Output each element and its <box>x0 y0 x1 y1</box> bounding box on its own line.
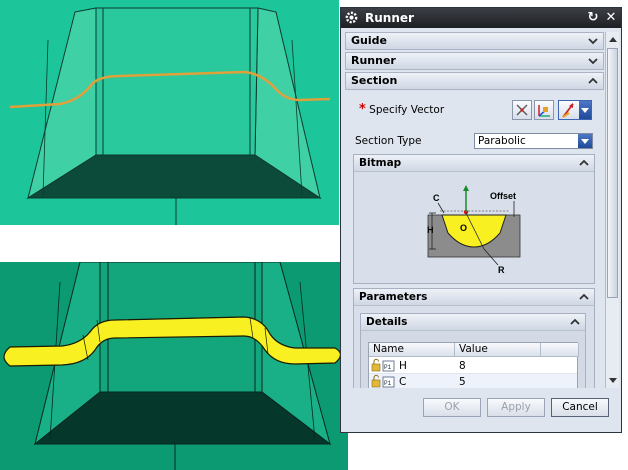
parameters-table: Name Value P1 H 8 P1 C 5 <box>368 342 579 388</box>
specify-vector-label: Specify Vector <box>369 104 445 116</box>
top-viewport-guide-curve[interactable] <box>0 0 339 225</box>
bitmap-label-r: R <box>498 265 505 275</box>
section-type-select[interactable]: Parabolic <box>474 133 593 149</box>
parameters-header[interactable]: Parameters <box>354 289 594 306</box>
lock-icon[interactable]: P1 <box>371 374 399 388</box>
group-guide-label: Guide <box>351 34 387 47</box>
param-name: C <box>399 376 407 388</box>
reverse-direction-button[interactable] <box>534 100 554 120</box>
scroll-up-icon[interactable] <box>608 35 618 45</box>
dialog-title: Runner <box>365 11 414 25</box>
chevron-up-icon[interactable] <box>578 291 590 303</box>
section-bitmap-diagram: H C Offset O R <box>427 185 521 275</box>
scroll-down-icon[interactable] <box>608 375 618 385</box>
group-runner-label: Runner <box>351 54 396 67</box>
runner-dialog: Runner ↻ ✕ Guide Runner Section * Specif… <box>340 7 622 433</box>
chevron-down-icon[interactable] <box>578 134 592 148</box>
bitmap-label-c: C <box>433 193 440 203</box>
chevron-down-icon[interactable] <box>587 55 599 67</box>
bitmap-label-h: H <box>427 225 434 235</box>
axis-icon <box>538 105 550 117</box>
param-name: H <box>399 360 407 372</box>
guide-curve-model <box>0 0 339 225</box>
chevron-up-icon[interactable] <box>587 75 599 87</box>
svg-text:P1: P1 <box>384 364 392 371</box>
dialog-scrollbar[interactable] <box>605 32 619 388</box>
bottom-viewport-runner-solid[interactable] <box>0 262 348 470</box>
runner-solid-model <box>0 262 348 470</box>
bitmap-label-o: O <box>460 223 467 233</box>
cancel-button[interactable]: Cancel <box>551 398 609 417</box>
param-value[interactable]: 8 <box>459 358 519 374</box>
scrollbar-thumb[interactable] <box>607 48 618 298</box>
table-row[interactable]: P1 C 5 <box>369 374 577 388</box>
group-guide[interactable]: Guide <box>345 32 604 50</box>
parameters-header-label: Parameters <box>359 291 428 303</box>
bitmap-header-label: Bitmap <box>359 157 402 169</box>
required-star-icon: * <box>359 102 366 117</box>
parameters-panel: Parameters Details Name Value P1 H 8 P1 … <box>353 288 595 388</box>
section-type-label: Section Type <box>355 135 422 147</box>
table-row[interactable]: P1 H 8 <box>369 358 577 374</box>
column-header-blank <box>541 343 579 357</box>
bitmap-header[interactable]: Bitmap <box>354 155 594 172</box>
vector-dialog-button[interactable] <box>512 100 532 120</box>
chevron-up-icon[interactable] <box>569 316 581 328</box>
close-icon[interactable]: ✕ <box>603 10 619 26</box>
section-type-value: Parabolic <box>478 135 526 147</box>
details-panel: Details Name Value P1 H 8 P1 C 5 <box>360 313 586 388</box>
svg-text:P1: P1 <box>384 380 392 387</box>
group-runner[interactable]: Runner <box>345 52 604 70</box>
details-header[interactable]: Details <box>361 314 585 331</box>
group-section-label: Section <box>351 74 398 87</box>
lock-icon[interactable]: P1 <box>371 358 399 374</box>
bitmap-label-offset: Offset <box>490 191 516 201</box>
chevron-up-icon[interactable] <box>578 157 590 169</box>
reset-icon[interactable]: ↻ <box>585 10 601 26</box>
ok-button[interactable]: OK <box>423 398 481 417</box>
chevron-down-icon[interactable] <box>587 35 599 47</box>
details-header-label: Details <box>366 316 408 328</box>
inferred-vector-icon <box>562 103 574 118</box>
apply-button[interactable]: Apply <box>487 398 545 417</box>
bitmap-panel: Bitmap H C Offset O R <box>353 154 595 284</box>
group-section[interactable]: Section <box>345 72 604 90</box>
specify-vector-row: * Specify Vector <box>359 102 444 117</box>
column-header-value[interactable]: Value <box>455 343 541 357</box>
param-value[interactable]: 5 <box>459 374 519 388</box>
column-header-name[interactable]: Name <box>369 343 455 357</box>
dialog-content: Guide Runner Section * Specify Vector Se… <box>345 32 604 388</box>
inferred-vector-dropdown[interactable] <box>558 100 592 120</box>
vector-constructor-icon <box>516 104 528 116</box>
dialog-titlebar: Runner ↻ ✕ <box>341 8 621 28</box>
chevron-down-icon[interactable] <box>579 101 591 119</box>
gear-icon[interactable] <box>344 10 359 25</box>
